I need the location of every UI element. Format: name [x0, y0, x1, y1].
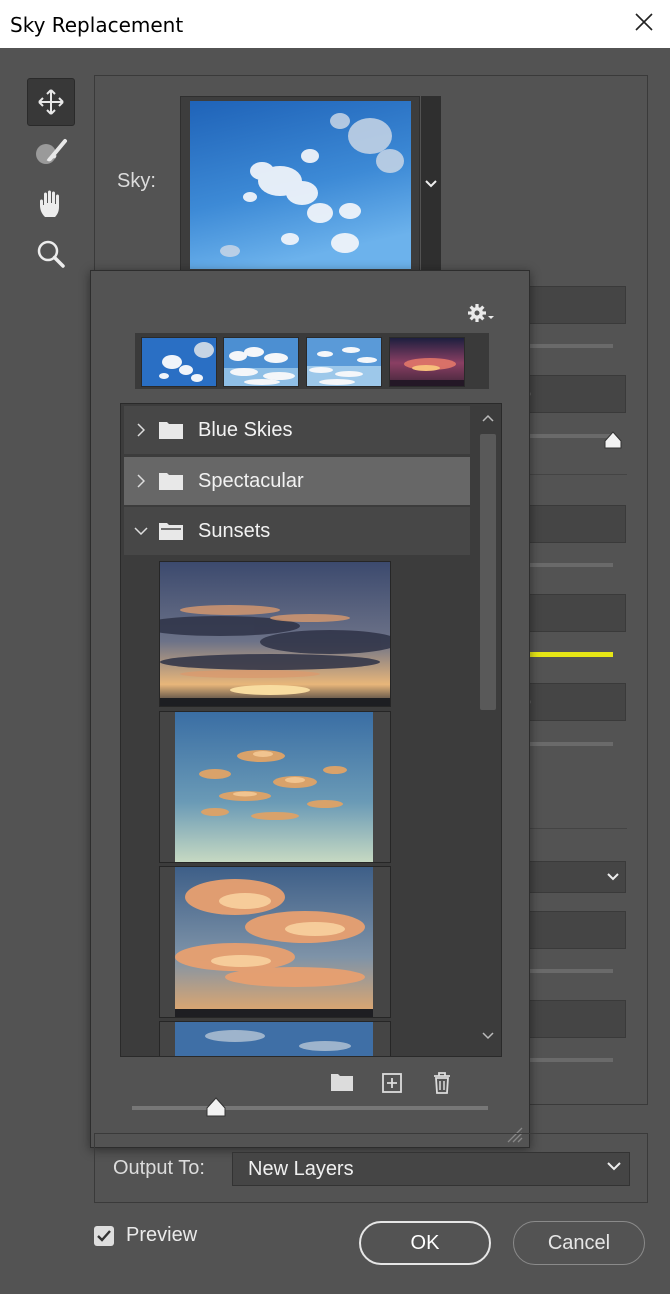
- new-group-folder-icon[interactable]: [330, 1072, 354, 1092]
- scroll-down-icon[interactable]: [482, 1032, 494, 1040]
- sky-label: Sky:: [117, 170, 156, 192]
- sky-brush-tool-button[interactable]: [27, 128, 75, 176]
- shift-edge-slider[interactable]: [530, 344, 613, 348]
- fade-edge-slider-thumb[interactable]: [603, 430, 623, 450]
- sky-dropdown-button[interactable]: [421, 96, 441, 272]
- recent-sky-thumbnail[interactable]: [306, 337, 382, 387]
- output-to-value: New Layers: [248, 1158, 354, 1180]
- recent-sky-thumbnail[interactable]: [389, 337, 465, 387]
- folder-row-spectacular[interactable]: Spectacular: [124, 457, 470, 505]
- gear-icon[interactable]: [467, 303, 495, 323]
- zoom-tool-button[interactable]: [27, 230, 75, 278]
- sky-thumbnail[interactable]: [159, 1021, 391, 1056]
- title-bar: Sky Replacement: [0, 0, 670, 48]
- folder-label: Blue Skies: [198, 418, 293, 441]
- separator: [530, 828, 627, 829]
- separator: [530, 474, 627, 475]
- folder-label: Sunsets: [198, 519, 271, 542]
- close-icon[interactable]: [632, 10, 656, 34]
- preview-checkbox[interactable]: [94, 1226, 114, 1246]
- output-to-select[interactable]: New Layers: [232, 1152, 630, 1186]
- recent-sky-thumbnail[interactable]: [223, 337, 299, 387]
- brightness-slider[interactable]: [530, 563, 613, 567]
- cancel-button[interactable]: Cancel: [513, 1221, 645, 1265]
- sky-preview[interactable]: [180, 96, 420, 272]
- chevron-down-icon: [607, 873, 619, 881]
- output-to-label: Output To:: [113, 1157, 205, 1179]
- trash-icon[interactable]: [432, 1072, 452, 1094]
- zoom-icon: [37, 240, 65, 268]
- folder-icon: [159, 422, 183, 439]
- sky-presets-popup: Blue Skies Spectacular Sunsets: [90, 270, 530, 1148]
- dialog-title: Sky Replacement: [10, 13, 184, 37]
- fade-edge-slider[interactable]: [530, 434, 613, 438]
- recent-sky-thumbnail[interactable]: [141, 337, 217, 387]
- preset-folder-tree: Blue Skies Spectacular Sunsets: [120, 403, 502, 1057]
- color-adjust-slider[interactable]: [530, 1058, 613, 1062]
- chevron-down-icon[interactable]: [134, 527, 148, 535]
- ok-button[interactable]: OK: [359, 1221, 491, 1265]
- hand-icon: [40, 190, 59, 217]
- scale-slider[interactable]: [530, 742, 613, 746]
- sky-preview-image: [190, 101, 411, 269]
- scrollbar-thumb[interactable]: [480, 434, 496, 710]
- lighting-adjust-slider[interactable]: [530, 969, 613, 973]
- open-folder-icon: [159, 523, 183, 540]
- folder-label: Spectacular: [198, 469, 304, 492]
- tree-scrollbar[interactable]: [475, 404, 501, 1056]
- chevron-right-icon[interactable]: [137, 474, 145, 488]
- sky-thumbnail[interactable]: [159, 866, 391, 1018]
- sky-thumbnail[interactable]: [159, 711, 391, 863]
- chevron-down-icon: [607, 1162, 621, 1171]
- recent-skies-strip: [135, 333, 489, 389]
- move-icon: [38, 89, 64, 115]
- sky-thumbnail[interactable]: [159, 561, 391, 707]
- thumbnail-size-slider[interactable]: [132, 1106, 488, 1110]
- new-sky-icon[interactable]: [381, 1072, 403, 1094]
- preview-label[interactable]: Preview: [126, 1224, 197, 1247]
- scroll-up-icon[interactable]: [482, 414, 494, 422]
- hand-tool-button[interactable]: [27, 180, 75, 228]
- checkmark-icon: [97, 1230, 111, 1242]
- folder-row-sunsets[interactable]: Sunsets: [124, 507, 470, 555]
- chevron-down-icon: [425, 180, 437, 188]
- temperature-slider[interactable]: [530, 652, 613, 657]
- folder-row-blue-skies[interactable]: Blue Skies: [124, 406, 470, 454]
- thumbnail-size-slider-thumb[interactable]: [205, 1096, 227, 1118]
- folder-icon: [159, 473, 183, 490]
- chevron-right-icon[interactable]: [137, 423, 145, 437]
- sky-brush-icon: [36, 139, 67, 164]
- move-tool-button[interactable]: [27, 78, 75, 126]
